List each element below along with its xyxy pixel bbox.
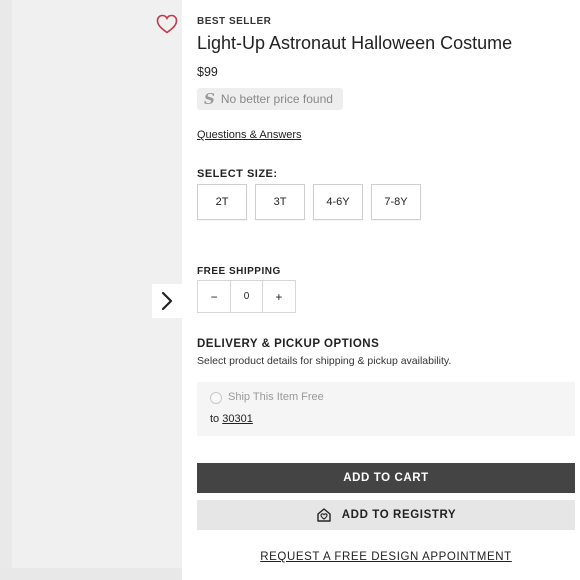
registry-house-heart-icon	[317, 508, 331, 522]
best-seller-badge: BEST SELLER	[197, 16, 272, 27]
product-title: Light-Up Astronaut Halloween Costume	[197, 33, 513, 53]
product-price: $99	[197, 65, 218, 79]
chevron-right-icon	[161, 291, 173, 311]
ship-option-label: Ship This Item Free	[228, 391, 324, 403]
quantity-value[interactable]: 0	[230, 281, 263, 312]
ship-option-radio[interactable]	[210, 392, 222, 404]
image-floor-shade	[0, 568, 182, 580]
ship-option-box: Ship This Item Free to 30301	[197, 382, 575, 436]
delivery-options-heading: DELIVERY & PICKUP OPTIONS	[197, 338, 380, 350]
ship-to-text: to	[210, 413, 220, 425]
questions-answers-link[interactable]: Questions & Answers	[197, 129, 302, 141]
add-to-registry-label: ADD TO REGISTRY	[341, 509, 457, 521]
size-option-2t[interactable]: 2T	[197, 184, 247, 220]
select-size-label: SELECT SIZE:	[197, 168, 278, 180]
size-option-3t[interactable]: 3T	[255, 184, 305, 220]
image-edge-shade	[0, 0, 12, 580]
quantity-stepper: − 0 +	[197, 280, 296, 313]
price-check-text: No better price found	[220, 92, 333, 106]
design-appointment-link[interactable]: REQUEST A FREE DESIGN APPOINTMENT	[197, 551, 575, 563]
price-check-badge: S No better price found	[197, 88, 343, 110]
ship-to-line: to 30301	[210, 413, 253, 425]
delivery-options-subtitle: Select product details for shipping & pi…	[197, 355, 452, 367]
next-image-button[interactable]	[152, 284, 182, 318]
increment-button[interactable]: +	[263, 281, 295, 312]
decrement-button[interactable]: −	[198, 281, 230, 312]
favorite-button[interactable]	[156, 14, 178, 34]
add-to-registry-button[interactable]: ADD TO REGISTRY	[197, 500, 575, 530]
size-option-7-8y[interactable]: 7-8Y	[371, 184, 421, 220]
size-options: 2T 3T 4-6Y 7-8Y	[197, 184, 421, 220]
size-option-4-6y[interactable]: 4-6Y	[313, 184, 363, 220]
price-check-s-icon: S	[204, 89, 215, 108]
free-shipping-label: FREE SHIPPING	[197, 266, 281, 277]
heart-icon	[156, 14, 178, 34]
zip-code-link[interactable]: 30301	[222, 413, 253, 425]
add-to-cart-button[interactable]: ADD TO CART	[197, 463, 575, 493]
